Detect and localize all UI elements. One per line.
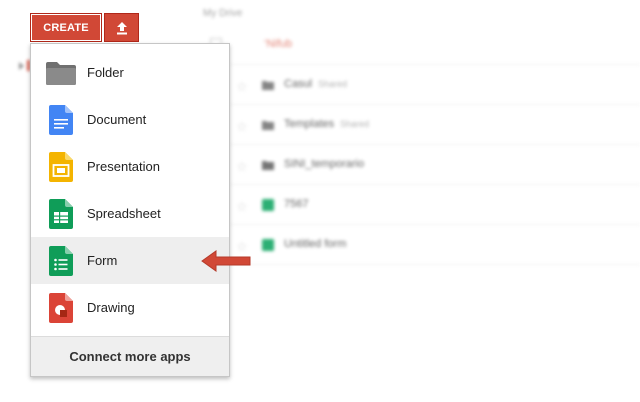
- menu-item-label: Form: [87, 253, 118, 268]
- menu-item-label: Spreadsheet: [87, 206, 161, 221]
- create-menu: Folder Document Presentation Spreadsheet…: [30, 43, 230, 377]
- spreadsheet-icon: [49, 198, 73, 229]
- create-button[interactable]: CREATE: [30, 13, 102, 42]
- shared-folder-icon: [262, 81, 274, 90]
- file-name: 7567: [284, 198, 309, 210]
- file-row[interactable]: ☆ Templates Shared: [230, 106, 640, 145]
- menu-item-label: Drawing: [87, 300, 135, 315]
- folder-icon: [262, 161, 274, 170]
- file-row[interactable]: ☆ 7567: [230, 186, 640, 225]
- file-name: Templates Shared: [284, 118, 370, 130]
- form-file-icon: [262, 239, 274, 251]
- menu-item-label: Document: [87, 112, 147, 127]
- file-name: Casul Shared: [284, 78, 348, 90]
- star-icon[interactable]: ☆: [236, 119, 248, 135]
- connect-more-apps-button[interactable]: Connect more apps: [31, 336, 229, 376]
- menu-item-folder[interactable]: Folder: [31, 49, 229, 96]
- file-name: SINI_temporario: [284, 158, 365, 170]
- folder-icon: [46, 61, 76, 85]
- file-name: Untitled form: [284, 238, 347, 250]
- menu-item-label: Presentation: [87, 159, 160, 174]
- file-row[interactable]: ‘Nifub: [210, 26, 640, 65]
- presentation-icon: [49, 151, 73, 182]
- file-name: ‘Nifub: [264, 38, 293, 50]
- menu-item-label: Folder: [87, 65, 124, 80]
- shared-folder-icon: [262, 121, 274, 130]
- form-file-icon: [262, 199, 274, 211]
- star-icon[interactable]: ☆: [236, 79, 248, 95]
- annotation-arrow-icon: [201, 250, 251, 272]
- star-icon[interactable]: ☆: [236, 159, 248, 175]
- form-icon: [49, 245, 73, 276]
- menu-item-document[interactable]: Document: [31, 96, 229, 143]
- document-icon: [49, 104, 73, 135]
- upload-button[interactable]: [104, 13, 139, 42]
- star-icon[interactable]: ☆: [236, 199, 248, 215]
- menu-item-drawing[interactable]: Drawing: [31, 284, 229, 331]
- menu-item-spreadsheet[interactable]: Spreadsheet: [31, 190, 229, 237]
- file-row[interactable]: ☆ Untitled form: [230, 226, 640, 265]
- expand-triangle-icon: [19, 62, 24, 70]
- section-title: My Drive: [203, 8, 243, 19]
- file-row[interactable]: ☆ Casul Shared: [230, 66, 640, 105]
- file-row[interactable]: ☆ SINI_temporario: [230, 146, 640, 185]
- upload-icon: [116, 21, 127, 34]
- drawing-icon: [49, 292, 73, 323]
- menu-item-presentation[interactable]: Presentation: [31, 143, 229, 190]
